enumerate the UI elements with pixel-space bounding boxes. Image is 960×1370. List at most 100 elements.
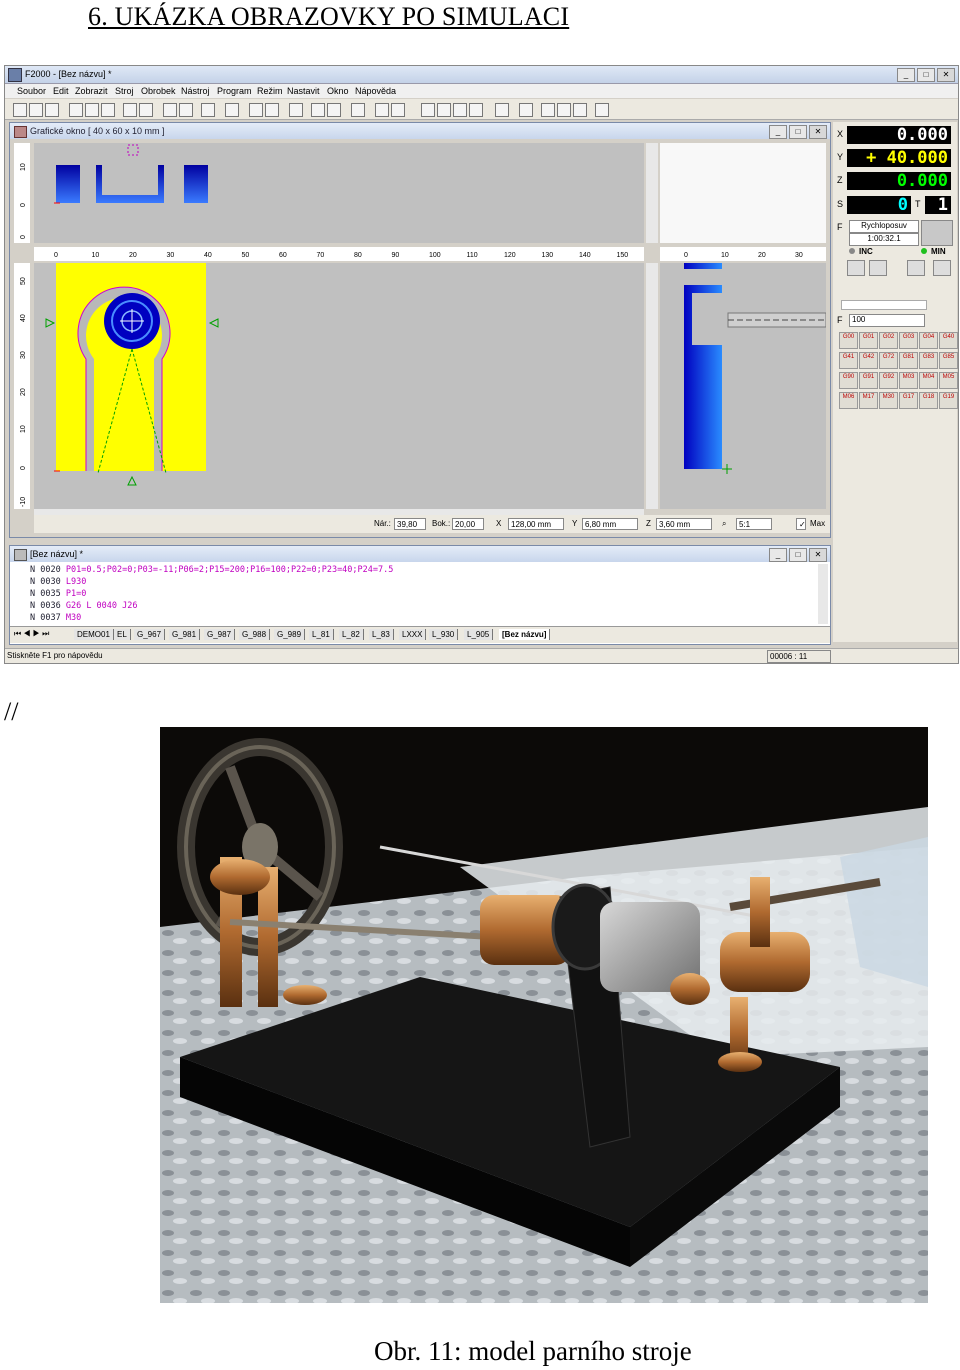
- gwin-minimize-icon[interactable]: _: [769, 125, 787, 139]
- tab-nav-icon[interactable]: ⏮ ◀ ▶ ⏭: [14, 629, 49, 639]
- side-top-pane[interactable]: [660, 143, 826, 243]
- menu-rezim[interactable]: Režim: [257, 86, 283, 96]
- gcode-button-g03[interactable]: G03: [899, 332, 918, 349]
- redo-icon[interactable]: [139, 103, 153, 117]
- tab-g-988[interactable]: G_988: [239, 629, 271, 640]
- machine-icon[interactable]: [519, 103, 533, 117]
- gcode-button-g90[interactable]: G90: [839, 372, 858, 389]
- undo-icon[interactable]: [123, 103, 137, 117]
- jog-button-4[interactable]: [933, 260, 951, 276]
- insert-icon[interactable]: [351, 103, 365, 117]
- editor-close-icon[interactable]: ✕: [809, 548, 827, 562]
- tab-g-987[interactable]: G_987: [204, 629, 236, 640]
- open-file-icon[interactable]: [29, 103, 43, 117]
- jog-button-3[interactable]: [907, 260, 925, 276]
- menu-napoveda[interactable]: Nápověda: [355, 86, 396, 96]
- menu-nastavit[interactable]: Nastavit: [287, 86, 320, 96]
- code-line[interactable]: N 0020 P01=0.5;P02=0;P03=-11;P06=2;P15=2…: [30, 565, 393, 575]
- y-coord-field[interactable]: 6,80 mm: [582, 518, 638, 530]
- side-view-pane[interactable]: [660, 263, 826, 509]
- feed-input[interactable]: 100: [849, 314, 925, 327]
- table-icon[interactable]: [311, 103, 325, 117]
- code-line[interactable]: N 0037 M30: [30, 613, 81, 623]
- export-icon[interactable]: [391, 103, 405, 117]
- min-mode[interactable]: MIN: [931, 247, 946, 256]
- editor-maximize-icon[interactable]: □: [789, 548, 807, 562]
- menu-okno[interactable]: Okno: [327, 86, 349, 96]
- gcode-button-g41[interactable]: G41: [839, 352, 858, 369]
- zoom-in-icon[interactable]: [557, 103, 571, 117]
- gcode-button-g17[interactable]: G17: [899, 392, 918, 409]
- print-icon[interactable]: [201, 103, 215, 117]
- zoom-select[interactable]: 5:1: [736, 518, 772, 530]
- max-checkbox[interactable]: ✓: [796, 518, 806, 530]
- gcode-button-g83[interactable]: G83: [919, 352, 938, 369]
- new-file-icon[interactable]: [13, 103, 27, 117]
- gcode-button-m03[interactable]: M03: [899, 372, 918, 389]
- gcode-button-m06[interactable]: M06: [839, 392, 858, 409]
- zoom-icon[interactable]: [541, 103, 555, 117]
- replace-icon[interactable]: [179, 103, 193, 117]
- view-3d-icon[interactable]: [469, 103, 483, 117]
- editor-scrollbar[interactable]: [818, 564, 828, 624]
- menu-soubor[interactable]: Soubor: [17, 86, 46, 96]
- minimize-icon[interactable]: _: [897, 68, 915, 82]
- view-front-icon[interactable]: [421, 103, 435, 117]
- find-icon[interactable]: [163, 103, 177, 117]
- step-icon[interactable]: [265, 103, 279, 117]
- simulate-icon[interactable]: [495, 103, 509, 117]
- gcode-button-g72[interactable]: G72: [879, 352, 898, 369]
- view-top-icon[interactable]: [453, 103, 467, 117]
- maximize-icon[interactable]: □: [917, 68, 935, 82]
- gcode-button-m30[interactable]: M30: [879, 392, 898, 409]
- tab-l-905[interactable]: L_905: [464, 629, 494, 640]
- gcode-button-g81[interactable]: G81: [899, 352, 918, 369]
- front-view-pane[interactable]: [34, 263, 644, 509]
- gcode-button-g04[interactable]: G04: [919, 332, 938, 349]
- tab-lxxx[interactable]: LXXX: [399, 629, 427, 640]
- menu-edit[interactable]: Edit: [53, 86, 69, 96]
- paste-icon[interactable]: [101, 103, 115, 117]
- gcode-button-g85[interactable]: G85: [939, 352, 958, 369]
- z-coord-field[interactable]: 3,60 mm: [656, 518, 712, 530]
- x-coord-field[interactable]: 128,00 mm: [508, 518, 564, 530]
- help-icon[interactable]: [225, 103, 239, 117]
- gcode-button-m05[interactable]: M05: [939, 372, 958, 389]
- tab-demo01[interactable]: DEMO01: [74, 629, 114, 640]
- run-icon[interactable]: [249, 103, 263, 117]
- gcode-button-g00[interactable]: G00: [839, 332, 858, 349]
- view-side-icon[interactable]: [437, 103, 451, 117]
- gcode-button-g19[interactable]: G19: [939, 392, 958, 409]
- editor-minimize-icon[interactable]: _: [769, 548, 787, 562]
- front-pane-scrollbar[interactable]: [646, 263, 658, 509]
- tab-l-83[interactable]: L_83: [369, 629, 394, 640]
- top-pane-scrollbar[interactable]: [646, 143, 658, 243]
- grid-icon[interactable]: [327, 103, 341, 117]
- gcode-button-g40[interactable]: G40: [939, 332, 958, 349]
- menu-zobrazit[interactable]: Zobrazit: [75, 86, 108, 96]
- top-view-pane[interactable]: [34, 143, 644, 243]
- tool-icon[interactable]: [289, 103, 303, 117]
- copy-icon[interactable]: [85, 103, 99, 117]
- gcode-button-m04[interactable]: M04: [919, 372, 938, 389]
- menu-program[interactable]: Program: [217, 86, 252, 96]
- bok-field[interactable]: 20,00: [452, 518, 484, 530]
- jog-button-1[interactable]: [847, 260, 865, 276]
- gcode-button-g18[interactable]: G18: [919, 392, 938, 409]
- hand-icon[interactable]: [375, 103, 389, 117]
- zoom-out-icon[interactable]: [573, 103, 587, 117]
- close-icon[interactable]: ✕: [937, 68, 955, 82]
- code-line[interactable]: N 0036 G26 L 0040 J26: [30, 601, 138, 611]
- tab-g-981[interactable]: G_981: [169, 629, 201, 640]
- gcode-button-g02[interactable]: G02: [879, 332, 898, 349]
- tab-l-81[interactable]: L_81: [309, 629, 334, 640]
- gwin-maximize-icon[interactable]: □: [789, 125, 807, 139]
- gcode-button-g92[interactable]: G92: [879, 372, 898, 389]
- menu-nastroj[interactable]: Nástroj: [181, 86, 210, 96]
- save-icon[interactable]: [45, 103, 59, 117]
- cut-icon[interactable]: [69, 103, 83, 117]
- menu-stroj[interactable]: Stroj: [115, 86, 134, 96]
- nar-field[interactable]: 39,80: [394, 518, 426, 530]
- monitor-icon[interactable]: [595, 103, 609, 117]
- inc-mode[interactable]: INC: [859, 247, 873, 256]
